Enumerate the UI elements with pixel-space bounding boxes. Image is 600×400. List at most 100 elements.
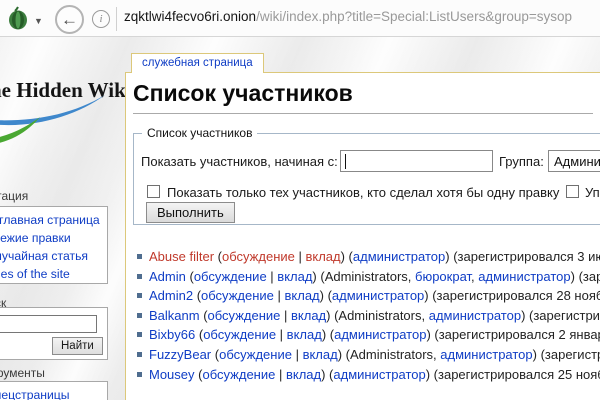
red-link[interactable]: вклад (305, 249, 340, 264)
sidebar-tools-box: Спецстраницы (0, 381, 108, 400)
sidebar-item-special-pages[interactable]: Спецстраницы (0, 388, 70, 400)
link[interactable]: FuzzyBear (149, 347, 211, 362)
link[interactable]: администратор (353, 249, 445, 264)
onion-menu-icon[interactable]: ▼ (6, 4, 42, 32)
sidebar-item-random-article[interactable]: Случайная статья (0, 249, 88, 263)
sidebar-item-main-page[interactable]: Заглавная страница (0, 213, 100, 227)
red-link[interactable]: Abuse filter (149, 249, 214, 264)
browser-toolbar: ▼ ← i zqktlwi4fecvo6ri.onion/wiki/index.… (0, 0, 600, 37)
row-text: ) ( (341, 249, 353, 264)
link[interactable]: Balkanm (149, 308, 200, 323)
user-row: Bixby66 (обсуждение | вклад) (администра… (137, 325, 600, 345)
link[interactable]: Mousey (149, 367, 195, 382)
sort-by-creation-label: Упорядочить по дате регистрации (585, 185, 600, 200)
link[interactable]: обсуждение (201, 288, 274, 303)
link[interactable]: администратор (333, 367, 425, 382)
bullet-icon (137, 254, 142, 259)
row-text: ) (зарегистрировался 2 января (426, 327, 600, 342)
row-text: ( (211, 347, 219, 362)
link[interactable]: вклад (286, 367, 321, 382)
link[interactable]: администратор (429, 308, 521, 323)
screen: ▼ ← i zqktlwi4fecvo6ri.onion/wiki/index.… (0, 0, 600, 400)
row-text: ) (зарегистри (533, 347, 600, 362)
back-button[interactable]: ← (55, 5, 84, 34)
row-text: ( (195, 327, 203, 342)
row-text: | (276, 327, 287, 342)
chevron-down-icon: ▼ (34, 16, 43, 26)
row-text: ) ( (321, 367, 333, 382)
onion-glyph (6, 4, 30, 32)
user-row: Admin (обсуждение | вклад) (Administrato… (137, 267, 600, 287)
user-row: Mousey (обсуждение | вклад) (администрат… (137, 365, 600, 385)
list-users-fieldset: Список участников Показать участников, н… (133, 133, 600, 225)
link[interactable]: обсуждение (202, 367, 275, 382)
search-input[interactable] (0, 315, 97, 333)
sort-by-creation-checkbox[interactable] (566, 185, 579, 198)
link[interactable]: администратор (334, 327, 426, 342)
link[interactable]: бюрократ (415, 269, 471, 284)
row-text: ( (200, 308, 208, 323)
sidebar-search-box: Перейти Найти (0, 307, 108, 360)
link[interactable]: вклад (285, 288, 320, 303)
tab-special-page[interactable]: служебная страница (131, 53, 264, 73)
edits-only-label: Показать только тех участников, кто сдел… (167, 185, 559, 200)
user-list: Abuse filter (обсуждение | вклад) (админ… (137, 247, 600, 384)
bullet-icon (137, 372, 142, 377)
link[interactable]: вклад (291, 308, 326, 323)
group-label: Группа: (499, 154, 544, 169)
link[interactable]: обсуждение (203, 327, 276, 342)
sidebar-nav-box: Заглавная страница Свежие правки Случайн… (0, 206, 108, 284)
row-text: ) (зарегистрировался 25 ноябр (426, 367, 600, 382)
user-row: Abuse filter (обсуждение | вклад) (админ… (137, 247, 600, 267)
link[interactable]: администратор (478, 269, 570, 284)
sidebar-item-recent-changes[interactable]: Свежие правки (0, 231, 71, 245)
info-icon[interactable]: i (92, 10, 110, 28)
edits-only-checkbox[interactable] (147, 185, 160, 198)
row-text: ) (Administrators, (312, 269, 415, 284)
start-user-label: Показать участников, начиная с: (141, 154, 338, 169)
sidebar-heading-navigation: навигация (0, 189, 28, 203)
bullet-icon (137, 352, 142, 357)
link[interactable]: Admin2 (149, 288, 193, 303)
url-path: /wiki/index.php?title=Special:ListUsers&… (256, 9, 572, 24)
row-text: | (292, 347, 303, 362)
bullet-icon (137, 274, 142, 279)
row-text: | (275, 367, 286, 382)
link[interactable]: администратор (440, 347, 532, 362)
address-bar[interactable]: zqktlwi4fecvo6ri.onion/wiki/index.php?ti… (124, 9, 572, 24)
row-text: ) (заре (571, 269, 600, 284)
bullet-icon (137, 332, 142, 337)
search-find-button[interactable]: Найти (52, 337, 103, 355)
red-link[interactable]: обсуждение (222, 249, 295, 264)
row-text: ) (зарегистрировался 3 июл (445, 249, 600, 264)
start-user-input[interactable] (340, 150, 493, 172)
sidebar-item-all-articles[interactable]: All articles of the site (0, 267, 70, 281)
link[interactable]: обсуждение (219, 347, 292, 362)
row-text: ) (Administrators, (338, 347, 441, 362)
row-text: ( (214, 249, 222, 264)
user-row: Admin2 (обсуждение | вклад) (администрат… (137, 286, 600, 306)
link[interactable]: обсуждение (208, 308, 281, 323)
link[interactable]: вклад (287, 327, 322, 342)
fieldset-legend: Список участников (142, 126, 257, 140)
logo-swoosh-icon (0, 93, 110, 148)
link[interactable]: Bixby66 (149, 327, 195, 342)
row-text: ) ( (320, 288, 332, 303)
link[interactable]: обсуждение (194, 269, 267, 284)
link[interactable]: администратор (332, 288, 424, 303)
divider (116, 7, 117, 31)
link[interactable]: вклад (277, 269, 312, 284)
link[interactable]: вклад (303, 347, 338, 362)
group-select[interactable]: Администраторы (548, 150, 600, 172)
bullet-icon (137, 313, 142, 318)
row-text: ( (193, 288, 201, 303)
user-row: Balkanm (обсуждение | вклад) (Administra… (137, 306, 600, 326)
link[interactable]: Admin (149, 269, 186, 284)
row-text: ) (Administrators, (326, 308, 429, 323)
url-host: zqktlwi4fecvo6ri.onion (124, 9, 256, 24)
page-title: Список участников (133, 80, 593, 114)
submit-button[interactable]: Выполнить (146, 202, 235, 223)
row-text: ) ( (322, 327, 334, 342)
row-text: | (295, 249, 306, 264)
user-row: FuzzyBear (обсуждение | вклад) (Administ… (137, 345, 600, 365)
